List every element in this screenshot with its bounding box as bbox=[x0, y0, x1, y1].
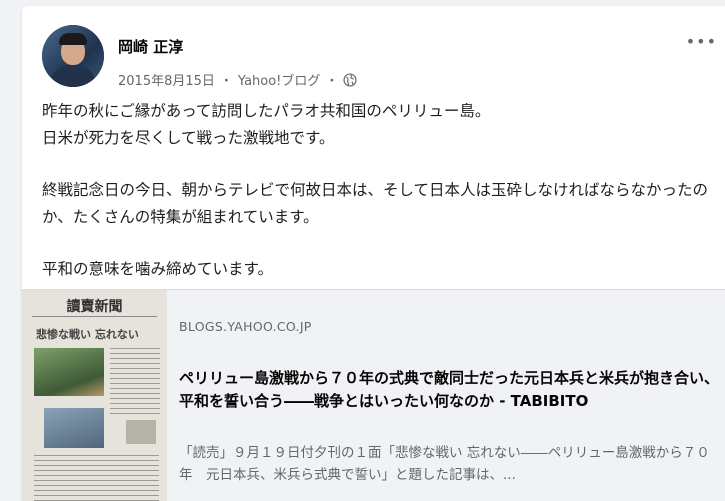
meta-separator: ・ bbox=[325, 74, 339, 89]
author-name[interactable]: 岡崎 正淳 bbox=[118, 36, 183, 57]
newspaper-photo bbox=[44, 408, 104, 448]
link-title[interactable]: ペリリュー島激戦から７０年の式典で敵同士だった元日本兵と米兵が抱き合い、平和を誓… bbox=[179, 367, 719, 413]
meta-separator: ・ bbox=[219, 74, 233, 89]
post-text: 昨年の秋にご縁があって訪問したパラオ共和国のペリリュー島。 日米が死力を尽くして… bbox=[42, 98, 712, 283]
newspaper-photo bbox=[34, 348, 104, 396]
newspaper-text-block bbox=[110, 348, 160, 418]
newspaper-headline: 悲惨な戦い 忘れない bbox=[36, 328, 139, 341]
more-options-icon[interactable]: ••• bbox=[686, 32, 717, 51]
newspaper-photo bbox=[126, 420, 156, 444]
newspaper-masthead: 讀賣新聞 bbox=[32, 296, 157, 317]
post-paragraph: 終戦記念日の今日、朝からテレビで何故日本は、そして日本人は玉砕しなければならなか… bbox=[42, 181, 709, 226]
post-meta: 2015年8月15日 ・ Yahoo!ブログ ・ bbox=[118, 70, 357, 89]
post-source: Yahoo!ブログ bbox=[237, 74, 321, 89]
link-thumbnail[interactable]: 讀賣新聞 悲惨な戦い 忘れない bbox=[22, 290, 167, 501]
post-paragraph: 平和の意味を噛み締めています。 bbox=[42, 260, 273, 278]
newspaper-text-block bbox=[34, 455, 159, 501]
post-date[interactable]: 2015年8月15日 bbox=[118, 70, 215, 89]
globe-icon[interactable] bbox=[343, 72, 357, 87]
post-paragraph: 昨年の秋にご縁があって訪問したパラオ共和国のペリリュー島。 日米が死力を尽くして… bbox=[42, 102, 491, 147]
link-description: 「読売」９月１９日付夕刊の１面「悲惨な戦い 忘れない――ペリリュー島激戦から７０… bbox=[179, 445, 710, 483]
post-card: 岡崎 正淳 2015年8月15日 ・ Yahoo!ブログ ・ ••• 昨年の秋に… bbox=[22, 6, 725, 501]
link-preview[interactable]: 讀賣新聞 悲惨な戦い 忘れない BLOGS.YAHOO.CO.JP ペリリュー島… bbox=[22, 289, 725, 501]
avatar[interactable] bbox=[42, 25, 104, 87]
link-domain: BLOGS.YAHOO.CO.JP bbox=[179, 319, 312, 334]
